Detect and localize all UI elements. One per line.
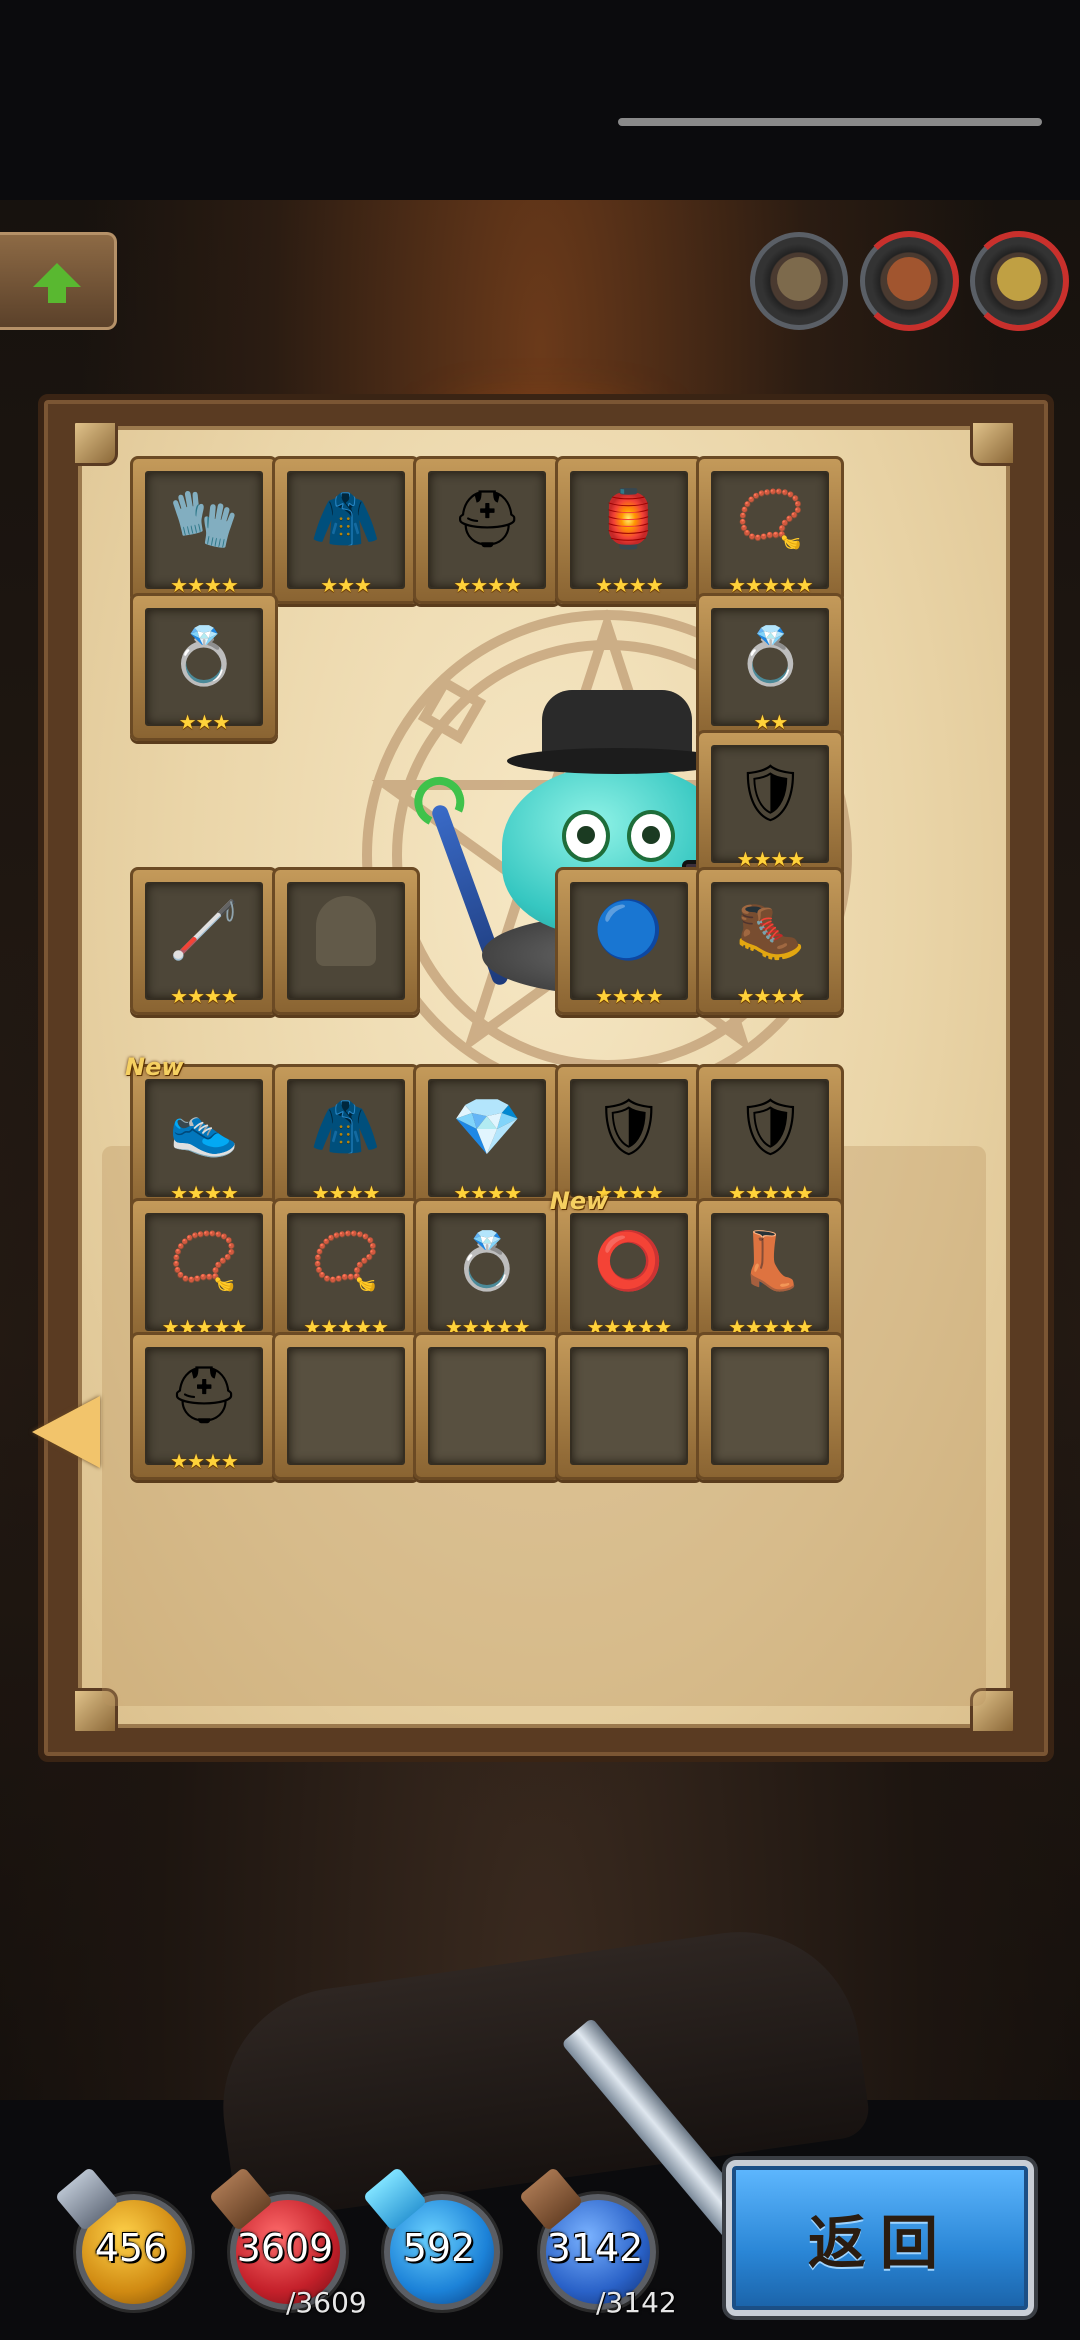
gauntlet-icon: 🧤: [169, 487, 239, 553]
locked-armor-slot-icon: [307, 892, 385, 970]
star-rating: ★★★★: [594, 983, 664, 1008]
purple-helmet-icon: ⛑: [168, 1363, 240, 1429]
hero-face-icon: [777, 257, 821, 301]
equipment-slot[interactable]: ⛑ ★★★★: [413, 456, 562, 605]
red-ring-icon: ⭕: [593, 1229, 664, 1294]
pink-gem-ring-icon: 💎: [452, 1094, 523, 1160]
empty-slot-placeholder: [731, 1357, 809, 1435]
backpack-slot[interactable]: [554, 1332, 703, 1481]
mana-value: 592: [402, 2226, 476, 2270]
star-rating: ★★★: [320, 573, 372, 598]
upgrade-button[interactable]: [0, 232, 117, 330]
blue-orb-icon: 🔵: [593, 897, 664, 963]
star-rating: ★★★★: [453, 573, 522, 598]
backpack-slot[interactable]: 📿 ★★★★★: [271, 1198, 420, 1346]
purple-boots-icon: 👢: [735, 1229, 806, 1294]
lantern-icon: 🏮: [593, 487, 664, 553]
green-cane-icon: 🦯: [169, 897, 239, 963]
purple-cape-icon: 🧥: [310, 1094, 381, 1160]
panel-corner: [72, 420, 118, 466]
right-eye: [627, 810, 675, 862]
empty-slot-placeholder: [590, 1357, 668, 1435]
empty-slot-placeholder: [307, 1357, 385, 1435]
hero-face-icon: [997, 257, 1041, 301]
backpack-slot[interactable]: 💍 ★★★★★: [413, 1198, 562, 1346]
star-rating: ★★★★: [170, 1449, 239, 1474]
equipment-slot[interactable]: 🧤 ★★★★: [130, 456, 278, 605]
star-rating: ★★★: [178, 710, 231, 735]
gold-ring-icon: 💍: [169, 624, 239, 690]
attack-resource: 456: [54, 2166, 196, 2316]
up-arrow-icon: [33, 263, 81, 303]
winged-helmet-icon: ⛑: [451, 487, 523, 553]
backpack-slot[interactable]: 🧥 ★★★★: [271, 1063, 420, 1212]
star-rating: ★★★★: [736, 983, 806, 1008]
backpack-slot[interactable]: [413, 1332, 562, 1481]
left-eye: [562, 810, 610, 862]
backpack-slot[interactable]: 👢 ★★★★★: [696, 1198, 845, 1346]
blue-chest-armor-icon: 🛡: [734, 761, 806, 826]
equipment-slot[interactable]: 🥾 ★★★★: [696, 866, 845, 1015]
previous-page-arrow-icon[interactable]: [32, 1396, 100, 1468]
equipment-slot[interactable]: 🧥 ★★★: [271, 456, 420, 605]
star-rating: ★★★★: [594, 573, 664, 598]
equipment-slot[interactable]: 📿 ★★★★★: [696, 456, 845, 605]
equipment-slot[interactable]: [271, 866, 420, 1015]
backpack-slot[interactable]: 💎 ★★★★: [413, 1063, 562, 1212]
new-badge: New: [549, 1187, 609, 1215]
backpack-slot[interactable]: ⭕ ★★★★★ New: [550, 1187, 703, 1346]
empty-slot-placeholder: [448, 1357, 526, 1435]
parchment: 🧤 ★★★★ 🧥 ★★★ ⛑ ★★★★ 🏮 ★★★★ 📿 ★★★★★ 💍 ★★★ 💍 ★★ 🛡 ★★★★ 🦯 ★★…: [72, 420, 1016, 1734]
silver-ring-icon: 💍: [735, 624, 806, 690]
armor-silhouette-icon: [315, 895, 376, 966]
hp-resource: 3609 /3609: [208, 2166, 367, 2319]
mana-resource: 592: [362, 2166, 504, 2316]
panel-corner: [970, 420, 1016, 466]
equipment-slot[interactable]: 🔵 ★★★★: [554, 866, 703, 1015]
bead-bracelet-icon: 📿: [735, 487, 806, 553]
backpack-slot[interactable]: ⛑ ★★★★: [130, 1332, 278, 1481]
return-button[interactable]: 返回: [726, 2160, 1034, 2316]
backpack-slot[interactable]: 👟 ★★★★ New: [125, 1053, 278, 1212]
pink-boots-icon: 👟: [169, 1094, 239, 1160]
shield-resource: 3142 /3142: [518, 2166, 677, 2319]
attack-value: 456: [94, 2226, 168, 2270]
hp-max: /3609: [286, 2286, 367, 2319]
equipment-slot[interactable]: 🏮 ★★★★: [554, 456, 703, 605]
purple-pendant-icon: 📿: [310, 1229, 381, 1294]
hp-value: 3609: [236, 2226, 334, 2270]
hat-brim: [507, 748, 727, 774]
equipment-slot[interactable]: 🛡 ★★★★: [696, 730, 845, 878]
backpack-slot[interactable]: 📿 ★★★★★: [130, 1198, 278, 1346]
hero-portrait-3[interactable]: [969, 231, 1069, 331]
equipment-slot[interactable]: 🦯 ★★★★: [130, 866, 278, 1015]
shield-max: /3142: [596, 2286, 677, 2319]
star-rating: ★★★★: [170, 983, 239, 1008]
equipment-panel: 🧤 ★★★★ 🧥 ★★★ ⛑ ★★★★ 🏮 ★★★★ 📿 ★★★★★ 💍 ★★★ 💍 ★★ 🛡 ★★★★ 🦯 ★★…: [38, 394, 1054, 1762]
equipment-slot[interactable]: 💍 ★★★: [130, 593, 278, 742]
gold-boots-icon: 🥾: [735, 897, 806, 963]
hero-face-icon: [887, 257, 931, 301]
new-badge: New: [125, 1052, 184, 1081]
hero-portrait-2[interactable]: [859, 231, 959, 331]
equipment-slot[interactable]: 💍 ★★: [696, 593, 845, 742]
backpack-slot[interactable]: [696, 1332, 845, 1481]
pendant-necklace-icon: 📿: [169, 1229, 239, 1294]
shield-value: 3142: [546, 2226, 644, 2270]
backpack-slot[interactable]: 🛡 ★★★★★: [696, 1063, 845, 1212]
gold-shoulder-armor-icon: 🛡: [734, 1094, 806, 1160]
hero-portrait-1[interactable]: [750, 232, 848, 330]
backpack-slot[interactable]: [271, 1332, 420, 1481]
gold-breastplate-icon: 🛡: [593, 1094, 665, 1160]
cloak-armor-icon: 🧥: [310, 487, 381, 553]
dragon-ring-icon: 💍: [452, 1229, 523, 1294]
gesture-bar: [618, 118, 1042, 126]
